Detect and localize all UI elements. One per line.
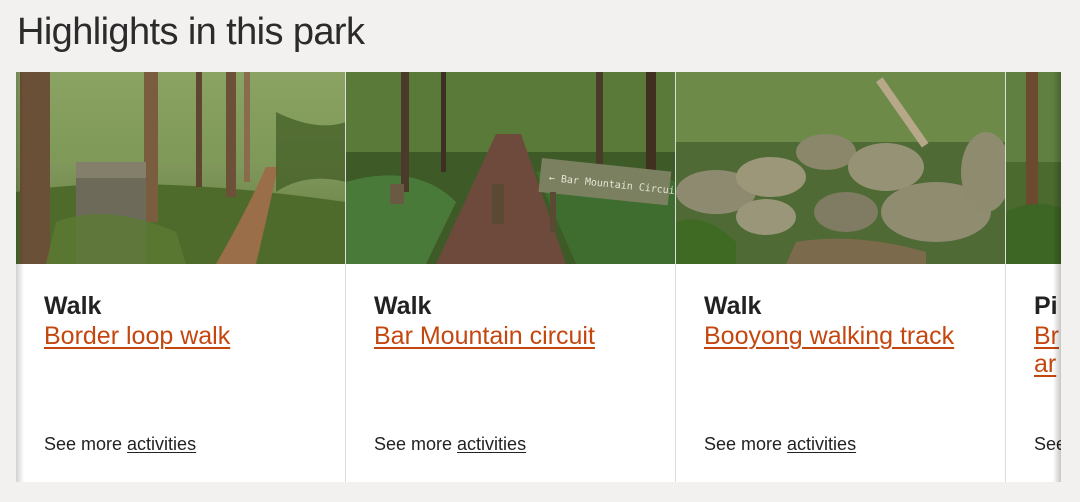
card-photo-rocky-creek[interactable] [676, 72, 1005, 264]
carousel-track: Walk Border loop walk See more activitie… [16, 72, 1061, 482]
card-body: Walk Booyong walking track [704, 290, 993, 350]
card-body: Walk Border loop walk [44, 290, 333, 350]
see-more-line: See more activities [704, 434, 856, 455]
activity-title-link[interactable]: Bar Mountain circuit [374, 322, 663, 350]
activity-title-link[interactable]: Booyong walking track [704, 322, 993, 350]
card-body: Walk Bar Mountain circuit [374, 290, 663, 350]
activities-link[interactable]: activities [127, 434, 196, 454]
see-more-text: See [1034, 434, 1061, 454]
activity-title-link[interactable]: Br ar [1034, 322, 1061, 378]
card-photo-signposted-path[interactable]: ← Bar Mountain Circuit [346, 72, 675, 264]
activity-title-link[interactable]: Border loop walk [44, 322, 333, 350]
see-more-line: See more activities [44, 434, 196, 455]
highlights-carousel[interactable]: Walk Border loop walk See more activitie… [16, 72, 1061, 482]
see-more-line: See more activities [374, 434, 526, 455]
card-body: Pi Br ar [1034, 290, 1061, 378]
highlight-card[interactable]: Walk Border loop walk See more activitie… [16, 72, 346, 482]
highlight-card-partial[interactable]: Pi Br ar See [1006, 72, 1061, 482]
highlight-card[interactable]: ← Bar Mountain Circuit Walk Bar Mountain… [346, 72, 676, 482]
see-more-text: See more [704, 434, 788, 454]
activity-type: Pi [1034, 292, 1058, 320]
card-photo-forest-trail[interactable] [16, 72, 345, 264]
highlight-card[interactable]: Walk Booyong walking track See more acti… [676, 72, 1006, 482]
activity-type: Walk [704, 292, 762, 320]
activities-link[interactable]: activities [787, 434, 856, 454]
see-more-text: See more [374, 434, 458, 454]
activity-type: Walk [44, 292, 102, 320]
activities-link[interactable]: activities [457, 434, 526, 454]
see-more-line: See [1034, 434, 1061, 455]
card-photo-partial[interactable] [1006, 72, 1061, 264]
activity-type: Walk [374, 292, 432, 320]
section-heading: Highlights in this park [17, 11, 365, 53]
see-more-text: See more [44, 434, 128, 454]
